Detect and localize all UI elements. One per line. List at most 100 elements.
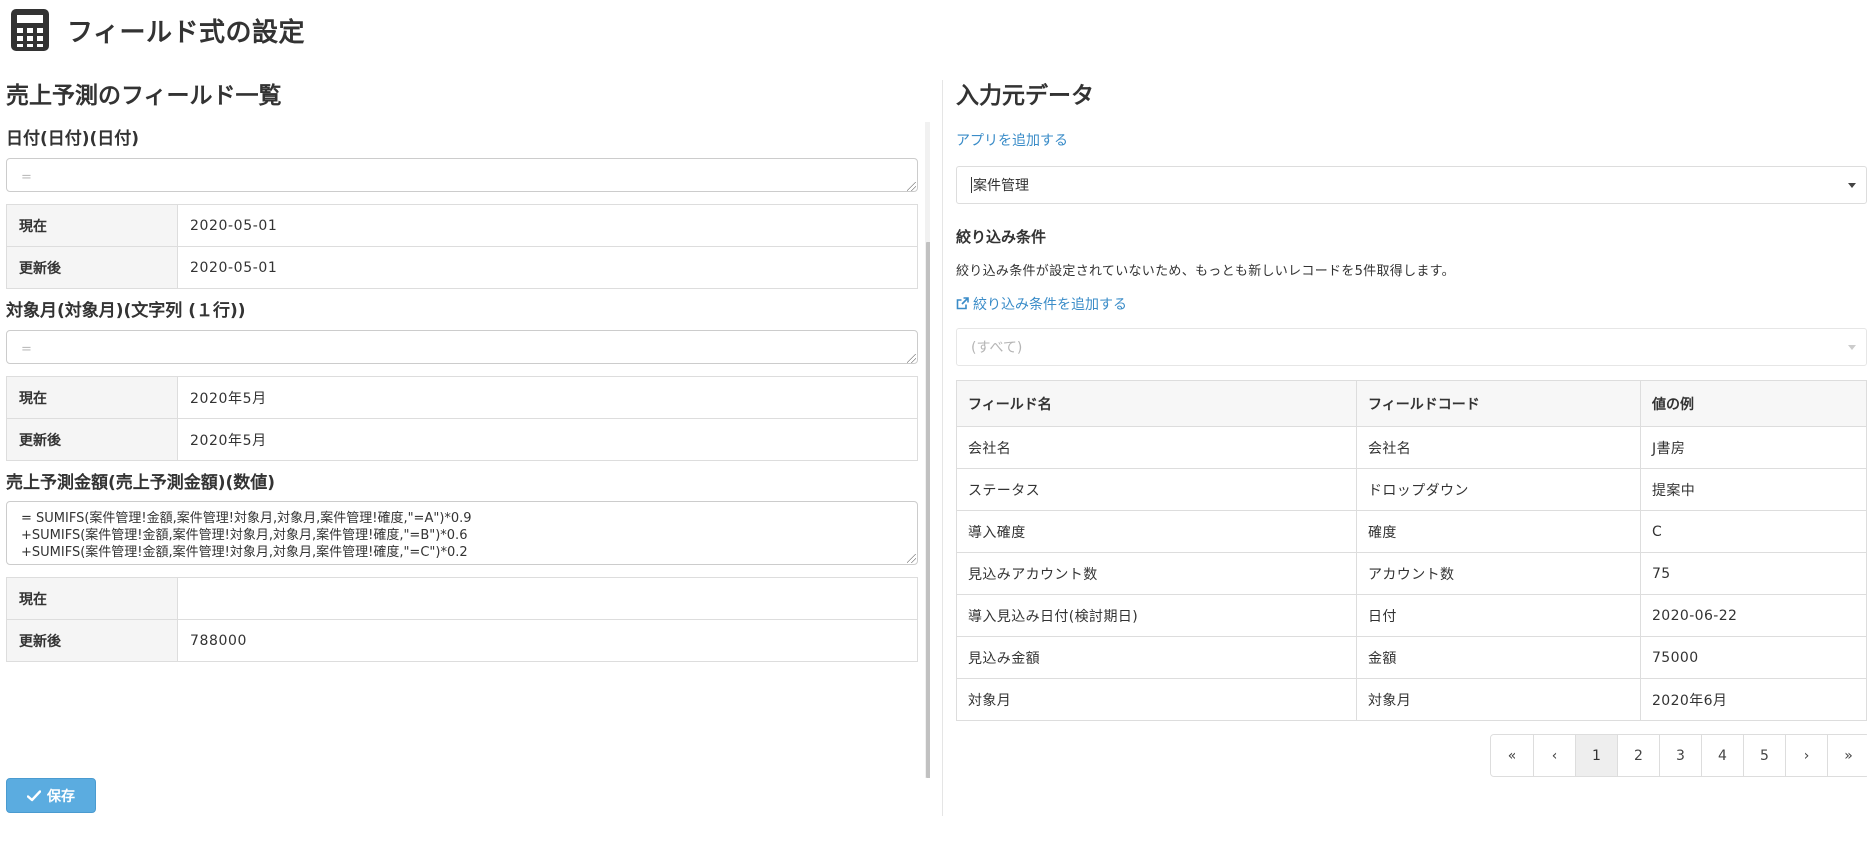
app-select-value: 案件管理 <box>973 178 1029 194</box>
page-button-1[interactable]: 1 <box>1575 735 1617 776</box>
cell-example: J書房 <box>1640 426 1867 469</box>
cell-field-name: 会社名 <box>956 426 1357 469</box>
first-page-button[interactable]: « <box>1491 735 1533 776</box>
filter-help-text: 絞り込み条件が設定されていないため、もっとも新しいレコードを5件取得します。 <box>956 264 1455 279</box>
row-value: 2020-05-01 <box>177 246 918 289</box>
row-value: 788000 <box>177 619 918 662</box>
table-row: 現在 2020年5月 <box>6 376 918 419</box>
row-value: 2020年5月 <box>177 376 918 419</box>
page-button-2[interactable]: 2 <box>1617 735 1659 776</box>
page-button-3[interactable]: 3 <box>1659 735 1701 776</box>
divider <box>6 288 918 289</box>
table-row: 更新後 2020-05-01 <box>6 246 918 289</box>
row-value <box>177 577 918 620</box>
cell-field-code: 確度 <box>1356 510 1641 553</box>
cell-field-name: 導入見込み日付(検討期日) <box>956 594 1357 637</box>
column-header: フィールドコード <box>1356 380 1641 427</box>
formula-input[interactable]: = <box>6 330 918 364</box>
resize-handle[interactable] <box>907 554 916 563</box>
scrollbar-thumb[interactable] <box>926 242 930 778</box>
page-button-5[interactable]: 5 <box>1743 735 1785 776</box>
cell-field-name: 見込み金額 <box>956 636 1357 679</box>
resize-handle[interactable] <box>907 354 916 363</box>
column-header: 値の例 <box>1640 380 1867 427</box>
page-header: フィールド式の設定 <box>11 8 305 52</box>
cell-field-name: 導入確度 <box>956 510 1357 553</box>
table-row: 会社名 会社名 J書房 <box>956 426 1867 469</box>
pagination: « ‹ 1 2 3 4 5 › » <box>1490 734 1867 777</box>
table-row: ステータス ドロップダウン 提案中 <box>956 468 1867 511</box>
cell-example: 2020年6月 <box>1640 678 1867 721</box>
row-header: 更新後 <box>6 246 178 289</box>
table-row: 対象月 対象月 2020年6月 <box>956 678 1867 721</box>
cell-field-code: 会社名 <box>1356 426 1641 469</box>
prev-page-button[interactable]: ‹ <box>1533 735 1575 776</box>
table-header-row: フィールド名 フィールドコード 値の例 <box>956 380 1867 427</box>
cell-field-name: 対象月 <box>956 678 1357 721</box>
table-row: 更新後 2020年5月 <box>6 418 918 461</box>
divider <box>6 661 918 662</box>
row-header: 現在 <box>6 376 178 419</box>
column-header: フィールド名 <box>956 380 1357 427</box>
save-button-label: 保存 <box>47 788 75 805</box>
value-table: 現在 更新後 788000 <box>6 577 918 662</box>
calculator-icon <box>11 9 49 51</box>
resize-handle[interactable] <box>907 182 916 191</box>
row-value: 2020-05-01 <box>177 204 918 247</box>
value-table: 現在 2020-05-01 更新後 2020-05-01 <box>6 204 918 289</box>
field-label: 日付(日付)(日付) <box>6 129 140 149</box>
add-filter-link-wrap[interactable]: 絞り込み条件を追加する <box>956 294 1127 314</box>
source-field-table: フィールド名 フィールドコード 値の例 会社名 会社名 J書房 ステータス ドロップダ… <box>956 380 1867 721</box>
cell-example: C <box>1640 510 1867 553</box>
row-header: 現在 <box>6 577 178 620</box>
input-source-heading: 入力元データ <box>956 83 1094 109</box>
field-list-panel: 売上予測のフィールド一覧 日付(日付)(日付) = 現在 2020-05-01 更… <box>6 72 930 816</box>
table-row: 見込みアカウント数 アカウント数 75 <box>956 552 1867 595</box>
chevron-down-icon <box>1848 183 1856 188</box>
table-row: 導入確度 確度 C <box>956 510 1867 553</box>
next-page-button[interactable]: › <box>1785 735 1827 776</box>
cell-example: 75000 <box>1640 636 1867 679</box>
cell-field-code: ドロップダウン <box>1356 468 1641 511</box>
cell-field-code: アカウント数 <box>1356 552 1641 595</box>
filter-select-value: (すべて) <box>971 340 1023 356</box>
table-row: 導入見込み日付(検討期日) 日付 2020-06-22 <box>956 594 1867 637</box>
filter-heading: 絞り込み条件 <box>956 228 1047 246</box>
divider <box>6 460 918 461</box>
field-label: 売上予測金額(売上予測金額)(数値) <box>6 473 276 493</box>
cell-field-code: 対象月 <box>1356 678 1641 721</box>
row-value: 2020年5月 <box>177 418 918 461</box>
cell-field-name: 見込みアカウント数 <box>956 552 1357 595</box>
save-button[interactable]: 保存 <box>6 778 96 813</box>
add-app-link[interactable]: アプリを追加する <box>956 130 1068 150</box>
cell-field-code: 金額 <box>1356 636 1641 679</box>
column-separator <box>942 80 943 816</box>
formula-input[interactable]: = SUMIFS(案件管理!金額,案件管理!対象月,対象月,案件管理!確度,"=… <box>6 501 918 565</box>
vertical-scrollbar[interactable] <box>925 122 930 778</box>
formula-input[interactable]: = <box>6 158 918 192</box>
row-header: 更新後 <box>6 418 178 461</box>
cell-example: 75 <box>1640 552 1867 595</box>
check-icon <box>27 789 41 801</box>
cell-field-name: ステータス <box>956 468 1357 511</box>
page-title: フィールド式の設定 <box>67 17 305 48</box>
value-table: 現在 2020年5月 更新後 2020年5月 <box>6 376 918 461</box>
row-header: 現在 <box>6 204 178 247</box>
app-select[interactable]: 案件管理 <box>956 166 1867 204</box>
add-filter-link[interactable]: 絞り込み条件を追加する <box>973 297 1127 313</box>
input-source-panel: 入力元データ アプリを追加する 案件管理 絞り込み条件 絞り込み条件が設定されて… <box>956 72 1867 816</box>
text-cursor <box>971 177 972 193</box>
cell-field-code: 日付 <box>1356 594 1641 637</box>
cell-example: 提案中 <box>1640 468 1867 511</box>
field-label: 対象月(対象月)(文字列 (１行)) <box>6 301 246 321</box>
page-button-4[interactable]: 4 <box>1701 735 1743 776</box>
last-page-button[interactable]: » <box>1827 735 1867 776</box>
field-list-scroll-area[interactable]: 日付(日付)(日付) = 現在 2020-05-01 更新後 2020-05-01 … <box>6 122 930 850</box>
table-row: 更新後 788000 <box>6 619 918 662</box>
field-list-heading: 売上予測のフィールド一覧 <box>6 83 282 109</box>
row-header: 更新後 <box>6 619 178 662</box>
filter-select[interactable]: (すべて) <box>956 328 1867 366</box>
table-row: 見込み金額 金額 75000 <box>956 636 1867 679</box>
table-row: 現在 <box>6 577 918 620</box>
table-row: 現在 2020-05-01 <box>6 204 918 247</box>
